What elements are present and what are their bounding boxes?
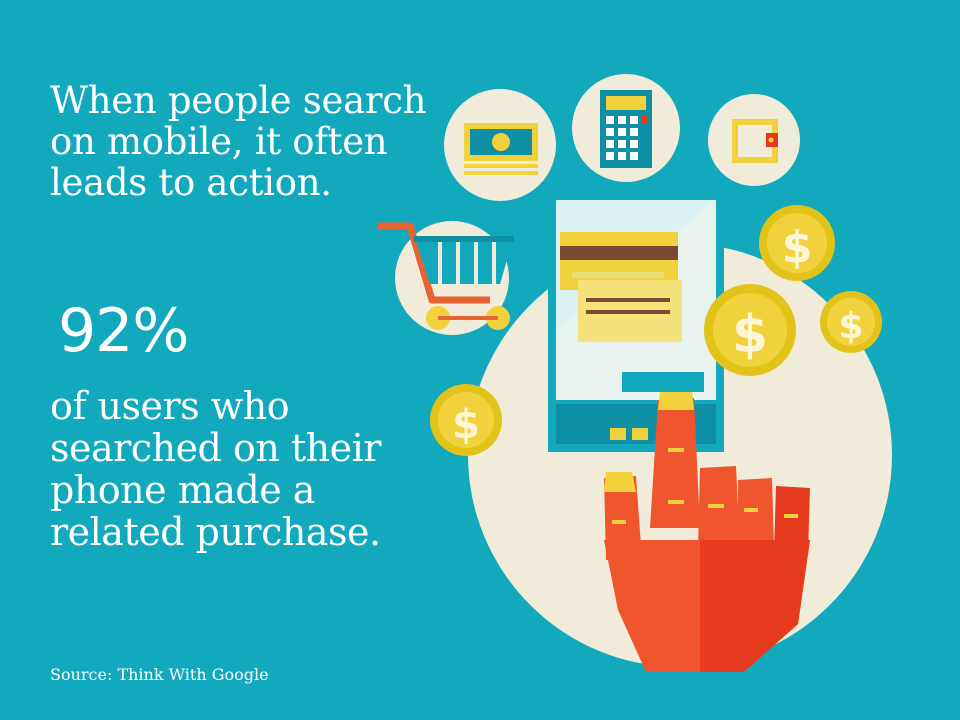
dollar-coin-icon: $ (704, 284, 796, 376)
wallet-icon (708, 94, 800, 186)
infographic: When people search on mobile, it often l… (0, 0, 960, 720)
coin-symbol: $ (452, 402, 480, 448)
smartphone-icon (548, 192, 724, 452)
dollar-coin-icon: $ (820, 291, 882, 353)
dollar-coin-icon: $ (759, 205, 835, 281)
coin-symbol: $ (782, 222, 813, 273)
dollar-coin-icon: $ (430, 384, 502, 456)
coin-symbol: $ (732, 305, 768, 365)
stat-value: 92% (58, 296, 189, 366)
stat-description: of users who searched on their phone mad… (50, 384, 381, 554)
headline: When people search on mobile, it often l… (50, 79, 427, 204)
source-credit: Source: Think With Google (50, 665, 269, 684)
credit-card-icon (560, 232, 682, 342)
coin-symbol: $ (838, 306, 863, 347)
cash-icon (444, 89, 556, 201)
shopping-cart-icon (378, 221, 514, 335)
background-circle (468, 243, 892, 667)
calculator-icon (572, 74, 680, 182)
pointing-hand-icon (604, 392, 810, 672)
